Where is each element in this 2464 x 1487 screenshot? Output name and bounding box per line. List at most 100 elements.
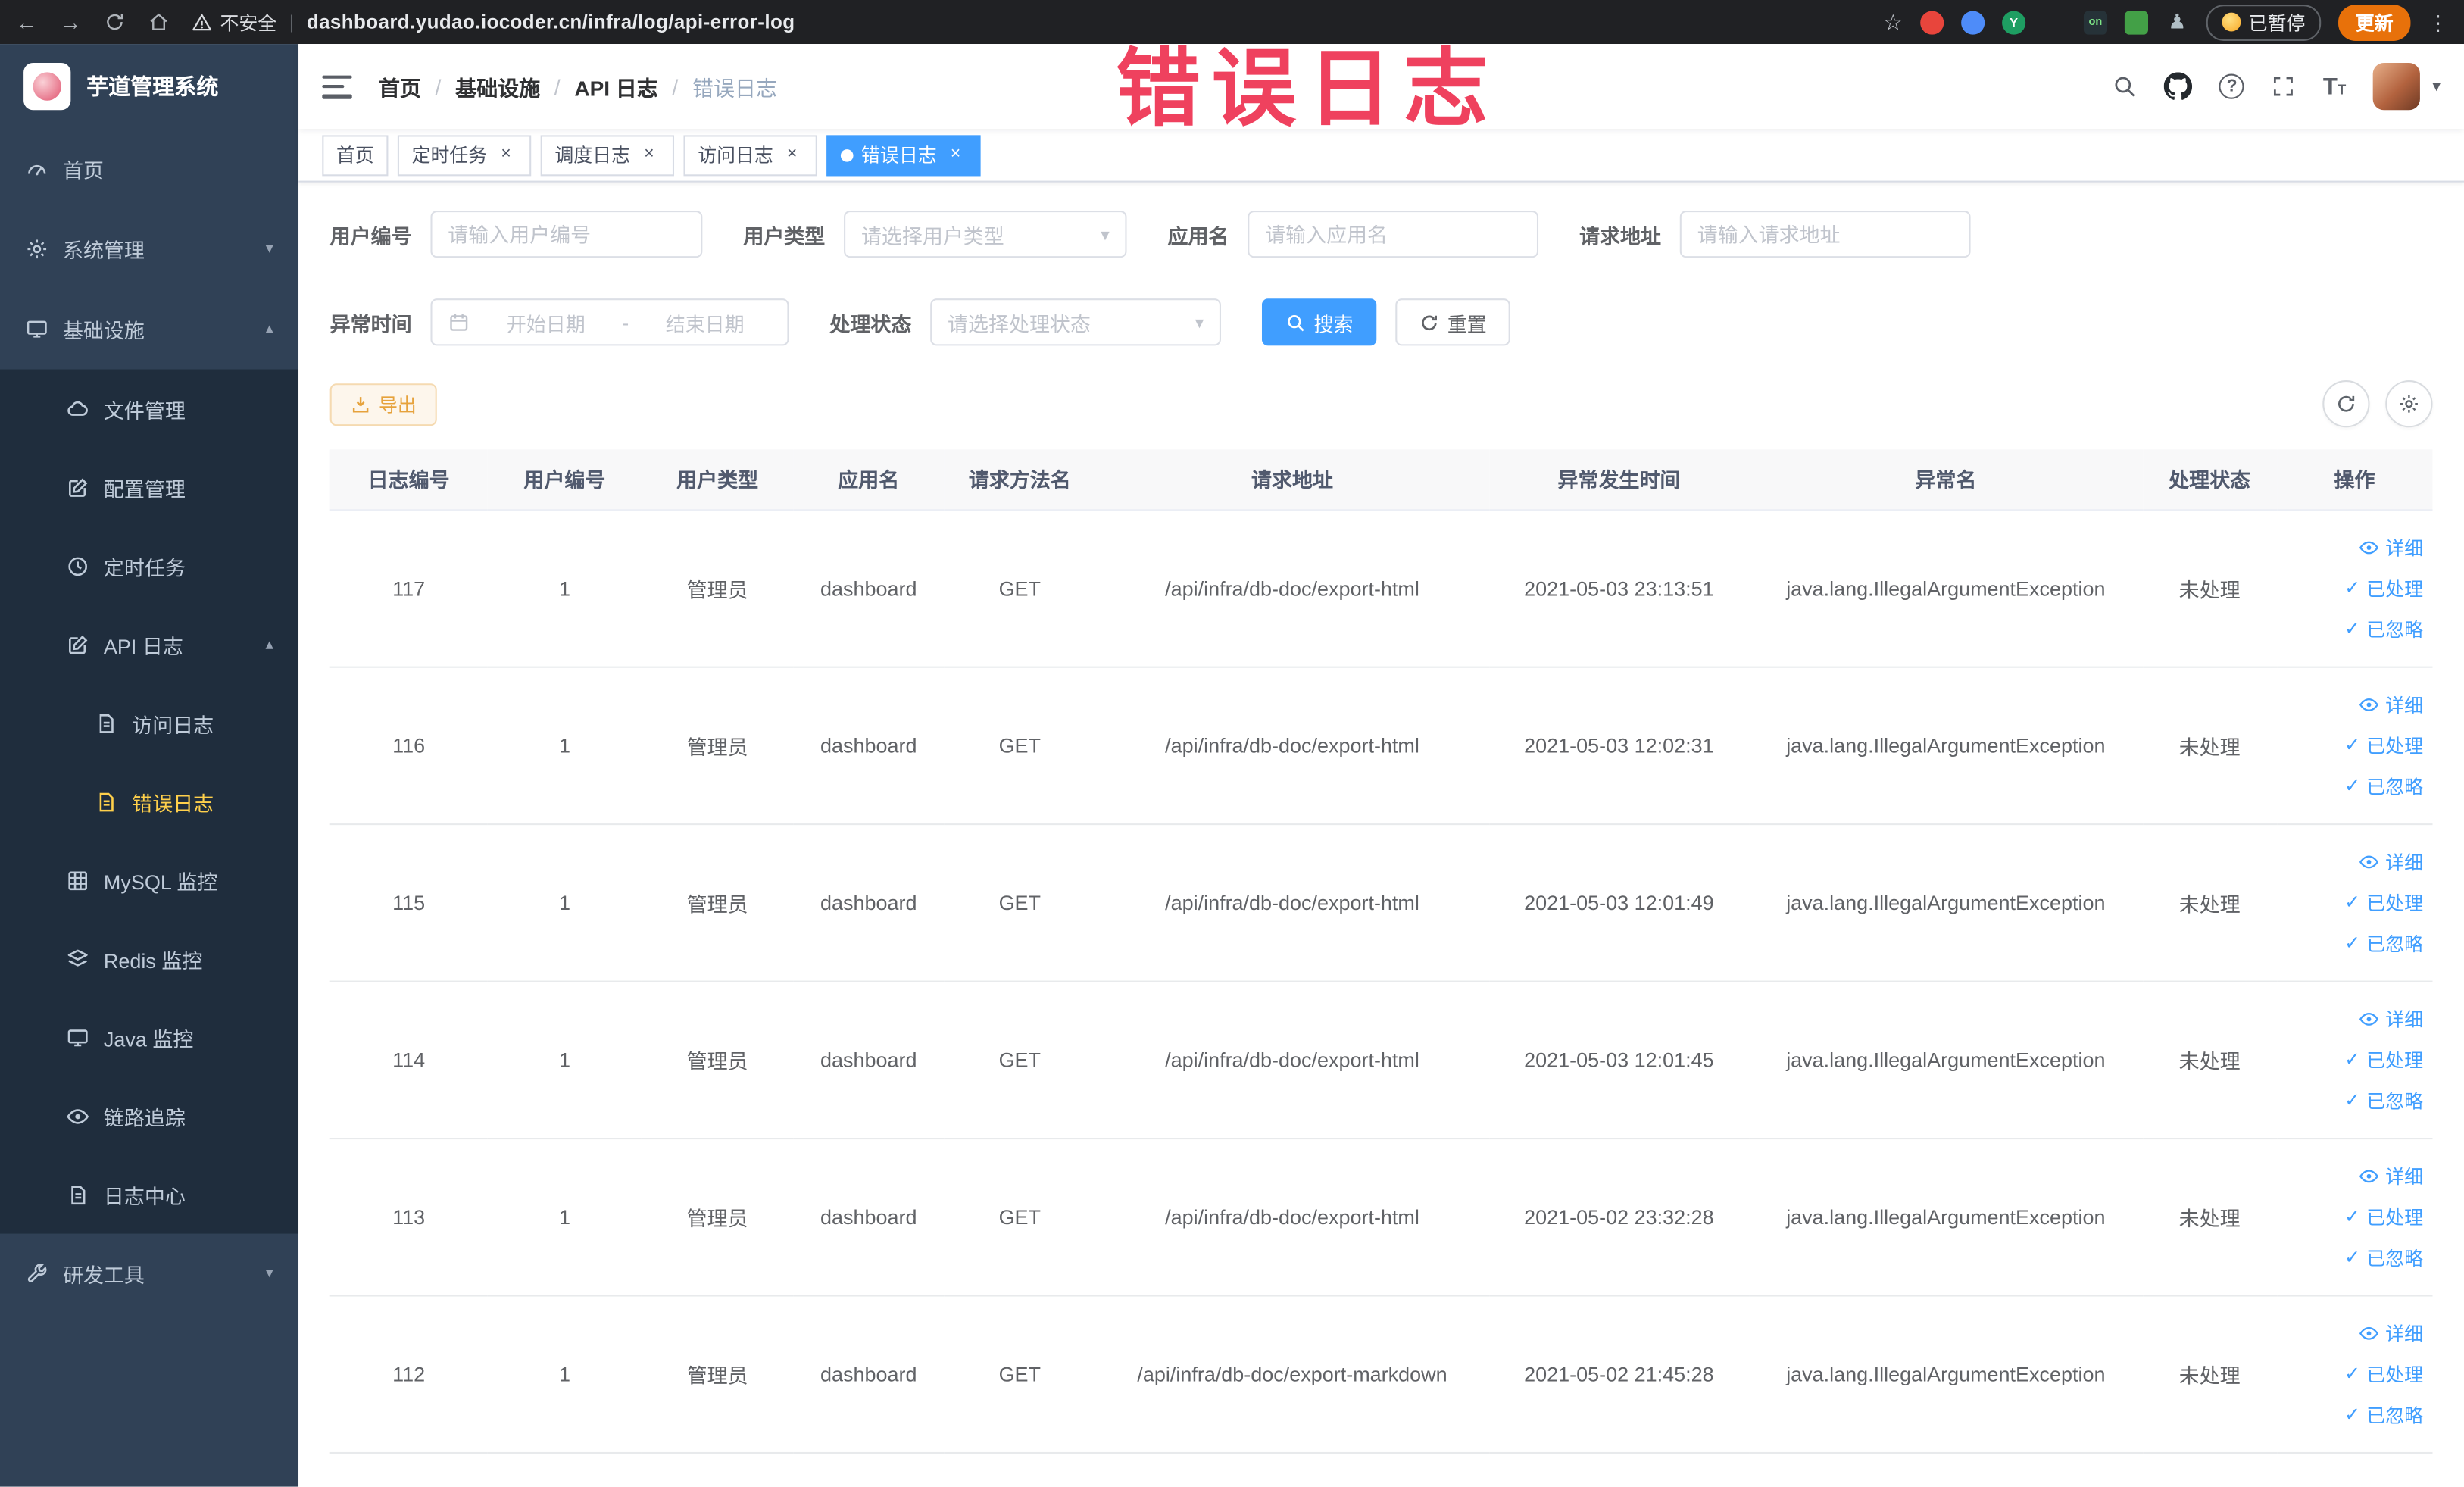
mark-processed-link[interactable]: ✓ 已处理 — [2283, 882, 2423, 923]
tab-error-log[interactable]: 错误日志 × — [826, 134, 981, 176]
request-url-input[interactable] — [1679, 210, 1971, 258]
sidebar-item-dev-tools[interactable]: 研发工具 ▾ — [0, 1234, 298, 1314]
avatar-caret-icon[interactable]: ▾ — [2432, 78, 2440, 95]
sidebar-item-config-management[interactable]: 配置管理 — [0, 448, 298, 526]
forward-icon[interactable]: → — [60, 11, 82, 33]
date-range-picker[interactable]: 开始日期 - 结束日期 — [430, 298, 789, 346]
sidebar-item-mysql-monitor[interactable]: MySQL 监控 — [0, 841, 298, 920]
app-name-input[interactable] — [1248, 210, 1539, 258]
search-button[interactable]: 搜索 — [1261, 298, 1377, 346]
sidebar-item-home[interactable]: 首页 — [0, 129, 298, 209]
breadcrumb-infrastructure[interactable]: 基础设施 — [455, 70, 540, 102]
breadcrumb-home[interactable]: 首页 — [379, 70, 421, 102]
search-icon[interactable] — [2113, 74, 2138, 99]
cell-status: 未处理 — [2142, 823, 2277, 982]
extension-icon-green-y[interactable]: Y — [2002, 10, 2026, 34]
cell-log-id: 115 — [329, 823, 488, 982]
sidebar-item-infrastructure[interactable]: 基础设施 ▴ — [0, 289, 298, 370]
detail-link[interactable]: 详细 — [2283, 526, 2423, 567]
help-icon[interactable]: ? — [2219, 73, 2245, 99]
process-status-select[interactable]: 请选择处理状态 ▾ — [930, 298, 1222, 346]
cell-user-type: 管理员 — [642, 1138, 793, 1296]
mark-ignored-link[interactable]: ✓ 已忽略 — [2283, 923, 2423, 964]
mark-processed-link[interactable]: ✓ 已处理 — [2283, 1353, 2423, 1394]
sidebar-item-file-management[interactable]: 文件管理 — [0, 370, 298, 448]
sidebar-item-scheduled-jobs[interactable]: 定时任务 — [0, 526, 298, 605]
cell-time: 2021-05-03 12:02:31 — [1488, 666, 1749, 825]
browser-chrome: ← → 不安全 | dashboard.yudao.iocoder.cn/inf… — [0, 0, 2464, 45]
dashboard-icon — [28, 164, 46, 176]
detail-link[interactable]: 详细 — [2283, 998, 2423, 1039]
back-icon[interactable]: ← — [16, 11, 38, 33]
header-exception: 异常名 — [1748, 449, 2143, 511]
column-settings-circle-button[interactable] — [2385, 380, 2433, 428]
reload-icon[interactable] — [104, 11, 126, 33]
mark-ignored-link[interactable]: ✓ 已忽略 — [2283, 608, 2423, 649]
sidebar-item-api-log[interactable]: API 日志 ▴ — [0, 605, 298, 684]
bookmark-star-icon[interactable]: ☆ — [1883, 11, 1903, 33]
sidebar-menu: 首页 系统管理 ▾ 基础设施 ▴ 文件管理 配置管理 定时任务 API 日志 ▴… — [0, 129, 299, 1314]
mark-processed-link[interactable]: ✓ 已处理 — [2283, 567, 2423, 608]
extension-icon-pawn[interactable]: ♟ — [2166, 9, 2189, 33]
cell-log-id: 117 — [329, 509, 488, 667]
font-size-icon[interactable]: TT — [2323, 73, 2346, 99]
address-bar-url[interactable]: dashboard.yudao.iocoder.cn/infra/log/api… — [307, 11, 795, 33]
extension-icon-on[interactable]: on — [2083, 10, 2108, 34]
extension-icon-grid[interactable] — [2043, 10, 2066, 33]
sidebar-item-system[interactable]: 系统管理 ▾ — [0, 209, 298, 289]
user-type-select[interactable]: 请选择用户类型 ▾ — [844, 210, 1127, 258]
chevron-up-icon: ▴ — [265, 320, 273, 339]
mark-processed-link[interactable]: ✓ 已处理 — [2283, 1039, 2423, 1079]
home-icon[interactable] — [148, 11, 170, 33]
app-logo[interactable]: 芋道管理系统 — [0, 44, 298, 129]
mark-ignored-link[interactable]: ✓ 已忽略 — [2283, 765, 2423, 806]
sidebar-submenu-infrastructure: 文件管理 配置管理 定时任务 API 日志 ▴ 访问日志 错误日志 MySQL … — [0, 369, 299, 1234]
detail-link[interactable]: 详细 — [2283, 841, 2423, 882]
hamburger-icon[interactable] — [322, 74, 352, 98]
mark-processed-link[interactable]: ✓ 已处理 — [2283, 1196, 2423, 1237]
export-button[interactable]: 导出 — [329, 383, 437, 426]
browser-update-button[interactable]: 更新 — [2338, 4, 2411, 40]
detail-link[interactable]: 详细 — [2283, 683, 2423, 724]
sidebar-item-error-log[interactable]: 错误日志 — [0, 762, 298, 841]
mark-ignored-link[interactable]: ✓ 已忽略 — [2283, 1237, 2423, 1278]
tab-scheduled-jobs[interactable]: 定时任务 × — [397, 134, 532, 176]
edit-icon — [69, 477, 88, 496]
close-icon[interactable]: × — [495, 144, 517, 166]
extension-icon-leaf[interactable] — [2124, 10, 2148, 34]
mark-processed-link[interactable]: ✓ 已处理 — [2283, 724, 2423, 765]
profile-paused-button[interactable]: 已暂停 — [2206, 4, 2322, 40]
ignored-label: 已忽略 — [2366, 1089, 2424, 1112]
sidebar-item-redis-monitor[interactable]: Redis 监控 — [0, 920, 298, 998]
mark-ignored-link[interactable]: ✓ 已忽略 — [2283, 1079, 2423, 1120]
cell-status: 未处理 — [2142, 666, 2277, 825]
tab-access-log[interactable]: 访问日志 × — [683, 134, 817, 176]
sidebar-item-access-log[interactable]: 访问日志 — [0, 683, 298, 762]
detail-link[interactable]: 详细 — [2283, 1312, 2423, 1353]
refresh-circle-button[interactable] — [2322, 380, 2370, 428]
header-user-type: 用户类型 — [642, 449, 793, 511]
sidebar-item-trace[interactable]: 链路追踪 — [0, 1076, 298, 1155]
user-avatar[interactable] — [2372, 62, 2420, 111]
user-id-input[interactable] — [430, 210, 703, 258]
sidebar-item-java-monitor[interactable]: Java 监控 — [0, 998, 298, 1076]
security-chip[interactable]: 不安全 — [192, 8, 276, 35]
close-icon[interactable]: × — [781, 144, 803, 166]
sidebar-item-log-center[interactable]: 日志中心 — [0, 1155, 298, 1234]
reset-button[interactable]: 重置 — [1395, 298, 1510, 346]
browser-menu-icon[interactable]: ⋮ — [2428, 12, 2448, 33]
tab-home[interactable]: 首页 — [322, 134, 389, 176]
extension-icon-red[interactable] — [1920, 10, 1944, 34]
breadcrumb-separator: / — [435, 74, 442, 98]
extension-icon-blue[interactable] — [1961, 10, 1985, 34]
close-icon[interactable]: × — [945, 144, 967, 166]
detail-link[interactable]: 详细 — [2283, 1155, 2423, 1196]
mark-ignored-link[interactable]: ✓ 已忽略 — [2283, 1394, 2423, 1435]
breadcrumb-api-log[interactable]: API 日志 — [574, 70, 658, 102]
fullscreen-icon[interactable] — [2271, 74, 2296, 99]
select-arrow-icon: ▾ — [1195, 313, 1204, 333]
close-icon[interactable]: × — [638, 144, 660, 166]
tab-schedule-log[interactable]: 调度日志 × — [540, 134, 675, 176]
github-icon[interactable] — [2164, 72, 2193, 100]
cell-time: 2021-05-03 23:13:51 — [1488, 509, 1749, 667]
